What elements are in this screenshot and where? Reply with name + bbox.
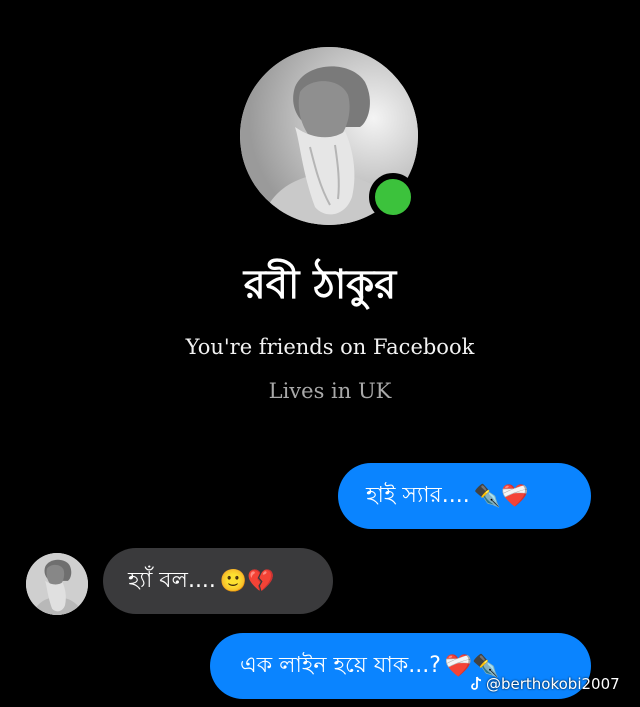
tiktok-icon — [471, 676, 482, 690]
message-text: এক লাইন হয়ে যাক...? — [240, 652, 441, 678]
location-text: Lives in UK — [268, 379, 392, 403]
watermark-handle: @berthokobi2007 — [486, 675, 620, 693]
friends-status-text: You're friends on Facebook — [185, 335, 475, 359]
watermark: @berthokobi2007 — [468, 675, 620, 693]
profile-name[interactable]: রবী ঠাকুর — [0, 255, 640, 315]
message-emoji: ✒️❤️‍🩹 — [473, 483, 529, 509]
sender-avatar[interactable] — [26, 553, 88, 615]
profile-avatar-container[interactable] — [240, 47, 418, 225]
message-bubble-incoming[interactable]: হ্যাঁ বল.... 🙂💔 — [103, 548, 333, 614]
sender-photo-icon — [26, 553, 88, 615]
online-status-dot — [369, 173, 417, 221]
message-bubble-outgoing[interactable]: হাই স্যার.... ✒️❤️‍🩹 — [338, 463, 591, 529]
message-text: হাই স্যার.... — [366, 482, 470, 508]
message-emoji: 🙂💔 — [219, 568, 275, 594]
message-text: হ্যাঁ বল.... — [128, 567, 216, 593]
